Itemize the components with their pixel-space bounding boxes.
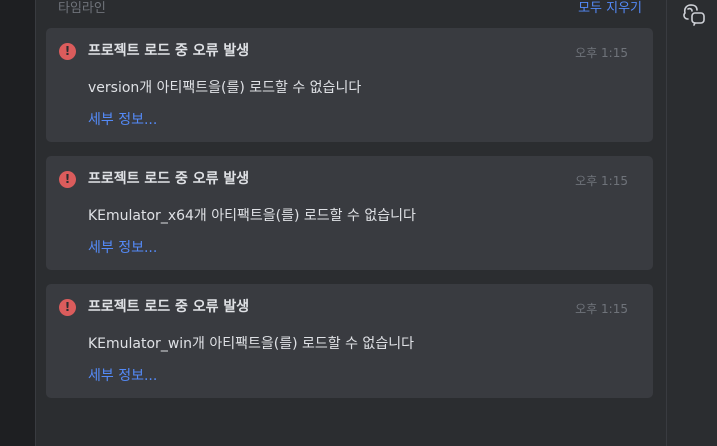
notification-time: 오후 1:15 — [575, 46, 628, 60]
notification-message: KEmulator_win개 아티팩트을(를) 로드할 수 없습니다 — [88, 336, 414, 352]
panel-title: 타임라인 — [58, 1, 106, 16]
error-icon: ! — [59, 299, 76, 316]
editor-gutter — [0, 0, 35, 446]
details-link[interactable]: 세부 정보... — [88, 238, 157, 258]
right-tool-strip — [667, 0, 717, 446]
notification-time: 오후 1:15 — [575, 174, 628, 188]
notification-card: ! 프로젝트 로드 중 오류 발생 오후 1:15 KEmulator_win개… — [46, 284, 653, 398]
notification-card: ! 프로젝트 로드 중 오류 발생 오후 1:15 version개 아티팩트을… — [46, 28, 653, 142]
notification-title: 프로젝트 로드 중 오류 발생 — [88, 299, 250, 315]
notification-card: ! 프로젝트 로드 중 오류 발생 오후 1:15 KEmulator_x64개… — [46, 156, 653, 270]
details-link[interactable]: 세부 정보... — [88, 366, 157, 386]
notification-title: 프로젝트 로드 중 오류 발생 — [88, 43, 250, 59]
ai-assistant-icon[interactable] — [681, 2, 707, 26]
notifications-panel: 타임라인 모두 지우기 ! 프로젝트 로드 중 오류 발생 오후 1:15 ve… — [36, 0, 666, 446]
notification-message: version개 아티팩트을(를) 로드할 수 없습니다 — [88, 80, 362, 96]
notification-time: 오후 1:15 — [575, 302, 628, 316]
notification-message: KEmulator_x64개 아티팩트을(를) 로드할 수 없습니다 — [88, 208, 416, 224]
clear-all-link[interactable]: 모두 지우기 — [578, 0, 642, 17]
error-icon: ! — [59, 171, 76, 188]
notification-title: 프로젝트 로드 중 오류 발생 — [88, 171, 250, 187]
details-link[interactable]: 세부 정보... — [88, 110, 157, 130]
error-icon: ! — [59, 43, 76, 60]
